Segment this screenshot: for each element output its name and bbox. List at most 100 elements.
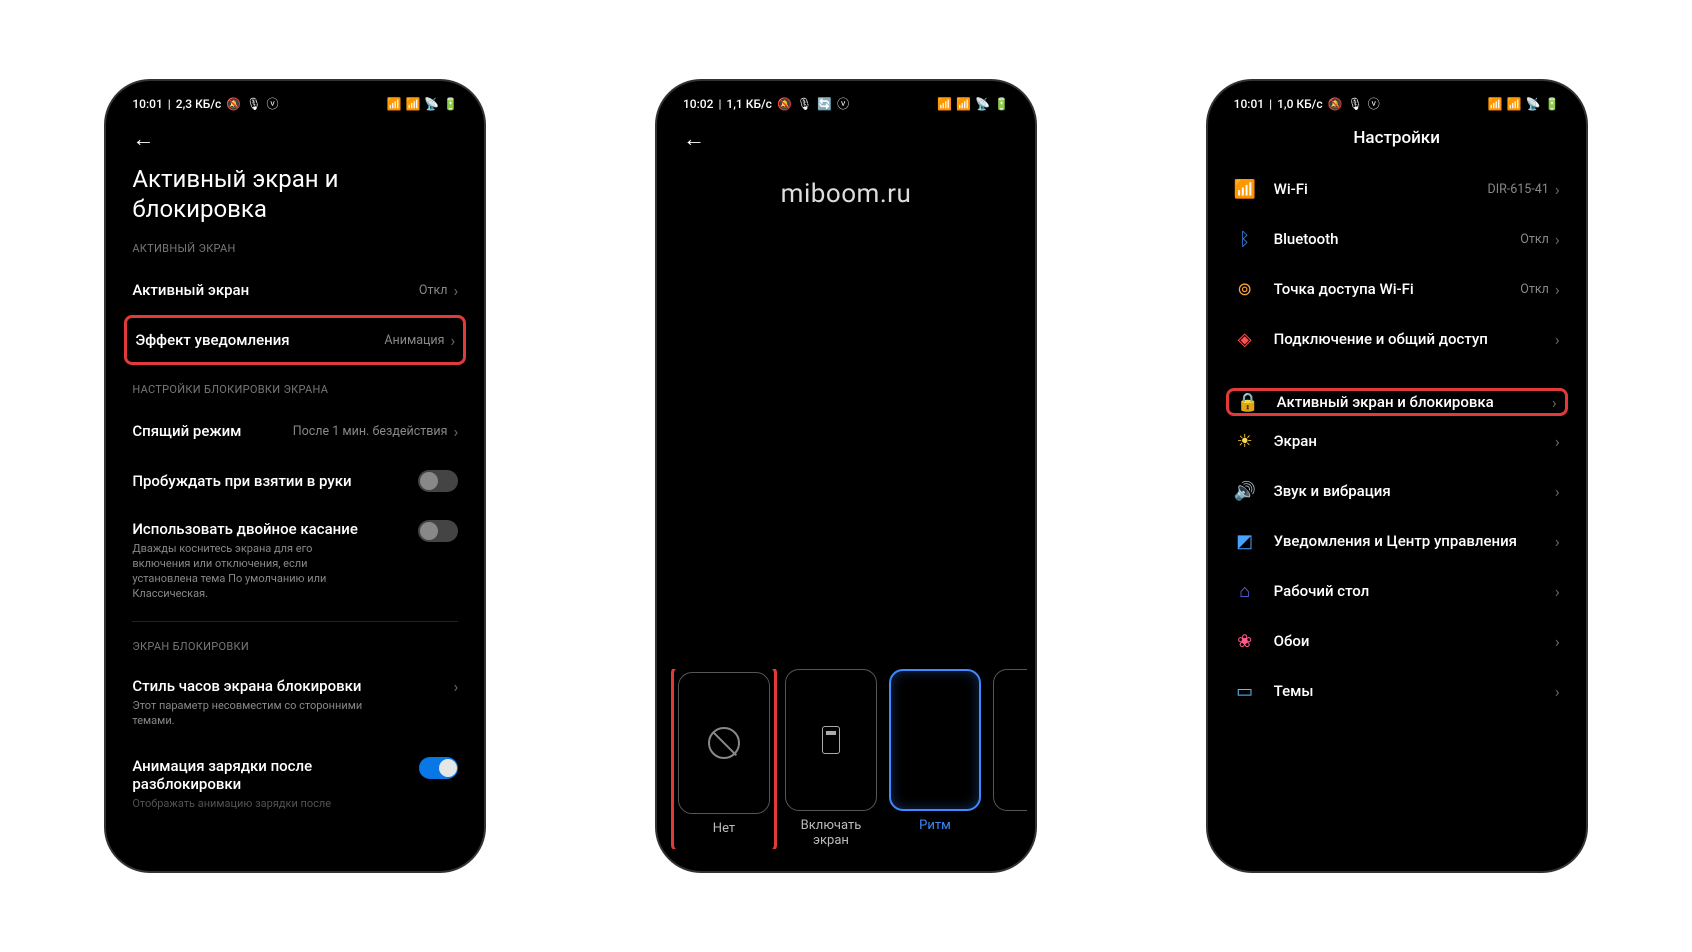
row-label: Активный экран <box>132 281 249 299</box>
row-notification-effect[interactable]: Эффект уведомления Анимация › <box>124 315 466 365</box>
row-wallpaper[interactable]: ❀ Обои › <box>1234 616 1560 666</box>
toggle-charging-animation[interactable] <box>419 757 458 779</box>
chevron-right-icon: › <box>454 422 459 441</box>
row-connection-sharing[interactable]: ◈ Подключение и общий доступ › <box>1234 314 1560 364</box>
chevron-right-icon: › <box>1552 393 1557 412</box>
row-label: Уведомления и Центр управления <box>1274 532 1555 550</box>
row-active-screen[interactable]: Активный экран Откл › <box>132 265 458 315</box>
dnd-icon: 🔕 <box>226 97 241 111</box>
row-bluetooth[interactable]: ᛒ Bluetooth Откл › <box>1234 214 1560 264</box>
section-lockscreen: ЭКРАН БЛОКИРОВКИ <box>132 640 458 653</box>
row-value: Откл <box>1520 232 1549 247</box>
wifi-icon: 📡 <box>1526 97 1541 111</box>
chevron-right-icon: › <box>454 677 459 696</box>
effect-tile-rhythm[interactable]: Ритм <box>889 669 981 849</box>
row-charging-animation[interactable]: Анимация зарядки после разблокировки Ото… <box>132 743 458 812</box>
effect-preview-wake <box>785 669 877 811</box>
row-display[interactable]: ☀ Экран › <box>1234 416 1560 466</box>
chevron-right-icon: › <box>1555 330 1560 349</box>
row-notifications[interactable]: ◩ Уведомления и Центр управления › <box>1234 516 1560 566</box>
row-label: Bluetooth <box>1274 230 1521 248</box>
effect-tile-none[interactable]: Нет <box>671 669 777 849</box>
wifi-icon: 📡 <box>424 97 439 111</box>
screen-aod-settings: 10:01 | 2,3 КБ/с 🔕 🎙 ⓥ 📶 📶 📡 🔋 ← Активны… <box>114 89 476 863</box>
section-active-screen: АКТИВНЫЙ ЭКРАН <box>132 242 458 255</box>
row-lift-to-wake[interactable]: Пробуждать при взятии в руки <box>132 456 458 506</box>
row-label: Экран <box>1274 432 1555 450</box>
battery-icon: 🔋 <box>1545 97 1560 111</box>
signal-icon-2: 📶 <box>1507 97 1522 111</box>
mic-icon: 🎙 <box>1348 97 1363 111</box>
phone-3: 10:01 | 1,0 КБ/с 🔕 🎙 ⓥ 📶 📶 📡 🔋 Настройки… <box>1208 81 1586 871</box>
row-label: Обои <box>1274 632 1555 650</box>
row-value: Анимация <box>384 333 444 348</box>
row-label: Точка доступа Wi-Fi <box>1274 280 1521 298</box>
effect-preview-none <box>678 672 770 814</box>
row-label: Эффект уведомления <box>135 331 289 349</box>
dnd-icon: 🔕 <box>1328 97 1343 111</box>
sync-icon: 🔄 <box>817 97 832 111</box>
status-speed: 1,1 КБ/с <box>726 97 772 111</box>
none-icon <box>708 727 740 759</box>
toggle-double-tap[interactable] <box>418 520 458 542</box>
row-label: Wi-Fi <box>1274 180 1488 198</box>
page-title: Активный экран и блокировка <box>132 164 458 224</box>
row-label: Использовать двойное касание <box>132 520 372 538</box>
row-hotspot[interactable]: ⊚ Точка доступа Wi-Fi Откл › <box>1234 264 1560 314</box>
page-title: Настройки <box>1234 116 1560 164</box>
viber-icon: ⓥ <box>837 95 849 112</box>
status-bar: 10:01 | 1,0 КБ/с 🔕 🎙 ⓥ 📶 📶 📡 🔋 <box>1216 89 1578 116</box>
status-time: 10:01 <box>132 97 162 111</box>
row-sleep-mode[interactable]: Спящий режим После 1 мин. бездействия › <box>132 406 458 456</box>
effect-tray: Нет Включать экран Ритм <box>665 669 1027 849</box>
row-double-tap[interactable]: Использовать двойное касание Дважды косн… <box>132 506 458 615</box>
status-time: 10:02 <box>683 97 713 111</box>
section-lock-settings: НАСТРОЙКИ БЛОКИРОВКИ ЭКРАНА <box>132 383 458 396</box>
row-subtitle: Отображать анимацию зарядки после <box>132 797 372 812</box>
status-time: 10:01 <box>1234 97 1264 111</box>
back-button[interactable]: ← <box>683 116 1009 164</box>
share-icon: ◈ <box>1234 328 1256 350</box>
effect-preview-rhythm <box>889 669 981 811</box>
watermark: miboom.ru <box>665 179 1027 209</box>
row-value: После 1 мин. бездействия <box>293 424 448 439</box>
effect-tile-wake-screen[interactable]: Включать экран <box>785 669 877 849</box>
mini-screen-icon <box>822 726 840 754</box>
chevron-right-icon: › <box>1555 280 1560 299</box>
effect-label: Нет <box>713 822 735 837</box>
row-label: Анимация зарядки после разблокировки <box>132 757 419 793</box>
chevron-right-icon: › <box>1555 230 1560 249</box>
signal-icon: 📶 <box>1488 97 1503 111</box>
screen-settings: 10:01 | 1,0 КБ/с 🔕 🎙 ⓥ 📶 📶 📡 🔋 Настройки… <box>1216 89 1578 863</box>
row-label: Спящий режим <box>132 422 241 440</box>
status-speed: 2,3 КБ/с <box>176 97 222 111</box>
row-themes[interactable]: ▭ Темы › <box>1234 666 1560 716</box>
row-desktop[interactable]: ⌂ Рабочий стол › <box>1234 566 1560 616</box>
row-value: Откл <box>419 283 448 298</box>
wifi-icon: 📶 <box>1234 178 1256 200</box>
row-label: Звук и вибрация <box>1274 482 1555 500</box>
effect-label: Включать экран <box>785 819 877 849</box>
back-button[interactable]: ← <box>132 116 458 164</box>
row-sound[interactable]: 🔊 Звук и вибрация › <box>1234 466 1560 516</box>
row-clock-style[interactable]: Стиль часов экрана блокировки Этот парам… <box>132 663 458 743</box>
row-wifi[interactable]: 📶 Wi-Fi DIR-615-41 › <box>1234 164 1560 214</box>
divider <box>132 621 458 622</box>
effect-tile-partial[interactable] <box>993 669 1027 849</box>
chevron-right-icon: › <box>1555 582 1560 601</box>
hotspot-icon: ⊚ <box>1234 278 1256 300</box>
row-label: Стиль часов экрана блокировки <box>132 677 372 695</box>
home-icon: ⌂ <box>1234 580 1256 602</box>
phone-2: 10:02 | 1,1 КБ/с 🔕 🎙 🔄 ⓥ 📶 📶 📡 🔋 ← miboo… <box>657 81 1035 871</box>
row-aod-lock[interactable]: 🔒 Активный экран и блокировка › <box>1226 388 1568 416</box>
notifications-icon: ◩ <box>1234 530 1256 552</box>
chevron-right-icon: › <box>451 331 456 350</box>
sun-icon: ☀ <box>1234 430 1256 452</box>
speaker-icon: 🔊 <box>1234 480 1256 502</box>
toggle-lift-to-wake[interactable] <box>418 470 458 492</box>
wifi-icon: 📡 <box>975 97 990 111</box>
effect-preview-partial <box>993 669 1027 811</box>
effect-label: Ритм <box>919 819 951 834</box>
chevron-right-icon: › <box>1555 532 1560 551</box>
chevron-right-icon: › <box>1555 482 1560 501</box>
